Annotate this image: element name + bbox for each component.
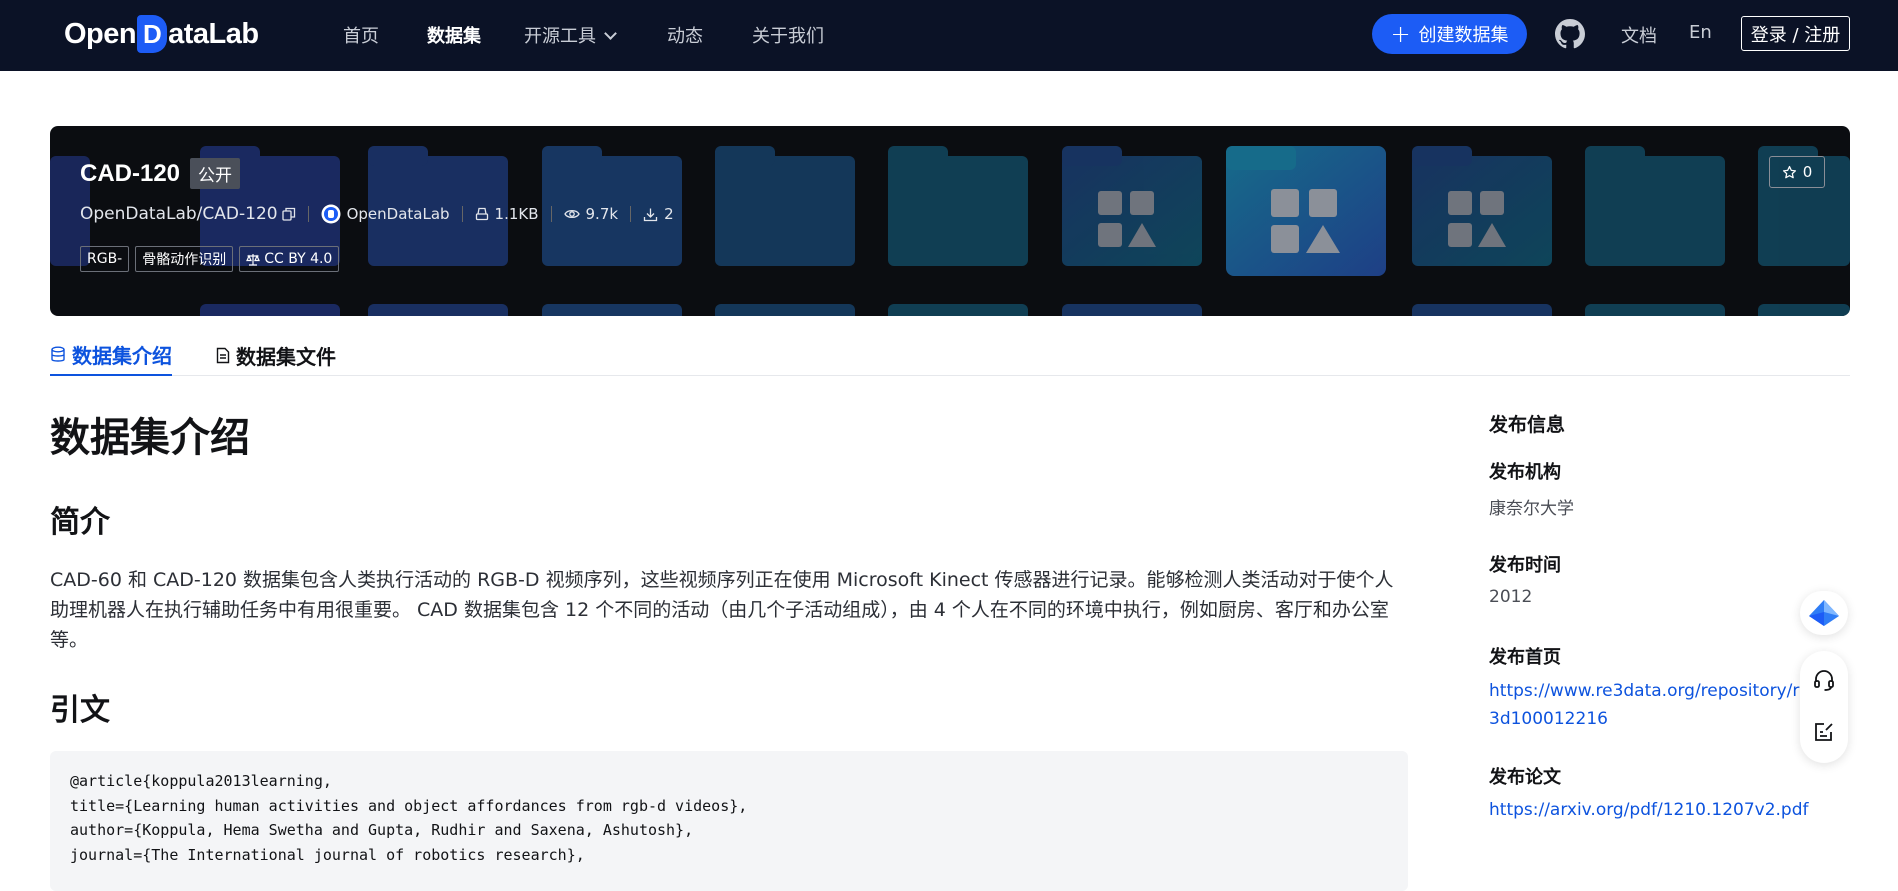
eye-icon	[563, 209, 580, 219]
language-toggle[interactable]: En	[1689, 22, 1712, 43]
login-register-button[interactable]: 登录 / 注册	[1741, 16, 1850, 51]
publisher[interactable]: OpenDataLab	[321, 204, 450, 224]
citation-heading: 引文	[50, 693, 110, 728]
tab-dataset-intro[interactable]: 数据集介绍	[50, 334, 172, 376]
assistant-logo-icon	[1809, 600, 1839, 626]
tab-dataset-intro-label: 数据集介绍	[72, 343, 172, 368]
feedback-edit-icon[interactable]	[1812, 720, 1836, 744]
citation-line: @article{koppula2013learning,	[70, 772, 332, 790]
publisher-avatar-icon	[321, 204, 341, 224]
page-title: 数据集介绍	[50, 415, 250, 461]
tag-task[interactable]: 骨骼动作识别	[135, 246, 234, 272]
nav-about[interactable]: 关于我们	[752, 22, 824, 48]
intro-heading: 简介	[50, 505, 110, 540]
tag-license[interactable]: CC BY 4.0	[239, 246, 340, 272]
paper-link[interactable]: https://arxiv.org/pdf/1210.1207v2.pdf	[1489, 796, 1809, 824]
dataset-downloads-value: 2	[664, 205, 674, 223]
dataset-views: 9.7k	[563, 205, 619, 223]
citation-code-block: @article{koppula2013learning, title={Lear…	[50, 751, 1408, 891]
nav-open-tools[interactable]: 开源工具	[524, 22, 617, 48]
publish-info-heading: 发布信息	[1489, 414, 1566, 436]
publish-time-label: 发布时间	[1489, 555, 1561, 576]
star-icon	[1782, 165, 1796, 178]
logo-d-mark: D	[137, 15, 168, 53]
storage-icon	[475, 207, 488, 221]
citation-line: author={Koppula, Hema Swetha and Gupta, …	[70, 821, 694, 839]
download-icon	[643, 208, 658, 221]
headset-icon[interactable]	[1812, 668, 1836, 692]
top-navbar: Open DataLab 首页 数据集 开源工具 动态 关于我们 + 创建数据集 …	[0, 0, 1898, 71]
tag-modality[interactable]: RGB-	[80, 246, 130, 272]
nav-open-tools-label: 开源工具	[524, 26, 596, 47]
homepage-label: 发布首页	[1489, 647, 1561, 668]
logo-text-open: Open	[64, 17, 137, 50]
publisher-org-value: 康奈尔大学	[1489, 499, 1574, 519]
citation-line: title={Learning human activities and obj…	[70, 796, 748, 815]
divider	[307, 206, 309, 222]
floating-assistant-button[interactable]	[1800, 591, 1848, 635]
publisher-name: OpenDataLab	[346, 205, 450, 223]
dataset-path: OpenDataLab/CAD-120	[80, 204, 278, 224]
homepage-link[interactable]: https://www.re3data.org/repository/r3d10…	[1489, 677, 1809, 733]
tab-dataset-files-label: 数据集文件	[236, 344, 336, 369]
divider	[461, 206, 463, 222]
logo-text-datalab: ataLab	[168, 17, 259, 50]
database-icon	[51, 346, 65, 362]
star-button[interactable]: 0	[1769, 156, 1825, 188]
tag-license-label: CC BY 4.0	[264, 251, 333, 267]
intro-paragraph: CAD-60 和 CAD-120 数据集包含人类执行活动的 RGB-D 视频序列…	[50, 569, 1394, 651]
nav-home[interactable]: 首页	[343, 22, 379, 48]
dataset-size: 1.1KB	[475, 205, 539, 223]
nav-datasets[interactable]: 数据集	[427, 22, 481, 48]
copy-icon[interactable]	[281, 207, 296, 221]
chevron-down-icon	[604, 27, 617, 40]
tab-dataset-files[interactable]: 数据集文件	[216, 334, 336, 376]
divider	[550, 206, 552, 222]
github-icon[interactable]	[1555, 19, 1585, 49]
dataset-views-value: 9.7k	[585, 205, 619, 223]
dataset-tabs: 数据集介绍 数据集文件	[50, 330, 1850, 376]
visibility-badge: 公开	[190, 158, 241, 189]
dataset-meta-row: OpenDataLab/CAD-120 OpenDataLab 1.1KB 9.…	[80, 204, 674, 224]
citation-line: journal={The International journal of ro…	[70, 845, 585, 864]
star-count: 0	[1802, 163, 1813, 181]
dataset-name: CAD-120	[80, 159, 181, 187]
floating-tools-panel	[1800, 651, 1848, 763]
file-icon	[216, 347, 230, 363]
dataset-tags: RGB- 骨骼动作识别 CC BY 4.0	[80, 246, 340, 272]
publish-time-value: 2012	[1489, 587, 1533, 607]
plus-icon: +	[1390, 20, 1411, 48]
dataset-size-value: 1.1KB	[494, 205, 539, 223]
dataset-title-row: CAD-120 公开	[80, 158, 241, 189]
create-dataset-label: 创建数据集	[1418, 25, 1509, 46]
nav-news[interactable]: 动态	[667, 22, 703, 48]
paper-label: 发布论文	[1489, 767, 1561, 788]
divider	[630, 206, 632, 222]
nav-docs[interactable]: 文档	[1621, 22, 1657, 48]
opendatalab-logo[interactable]: Open DataLab	[64, 14, 259, 54]
publisher-org-label: 发布机构	[1489, 462, 1561, 483]
create-dataset-button[interactable]: + 创建数据集	[1372, 14, 1527, 54]
scale-icon	[246, 253, 261, 266]
dataset-downloads: 2	[643, 205, 674, 223]
